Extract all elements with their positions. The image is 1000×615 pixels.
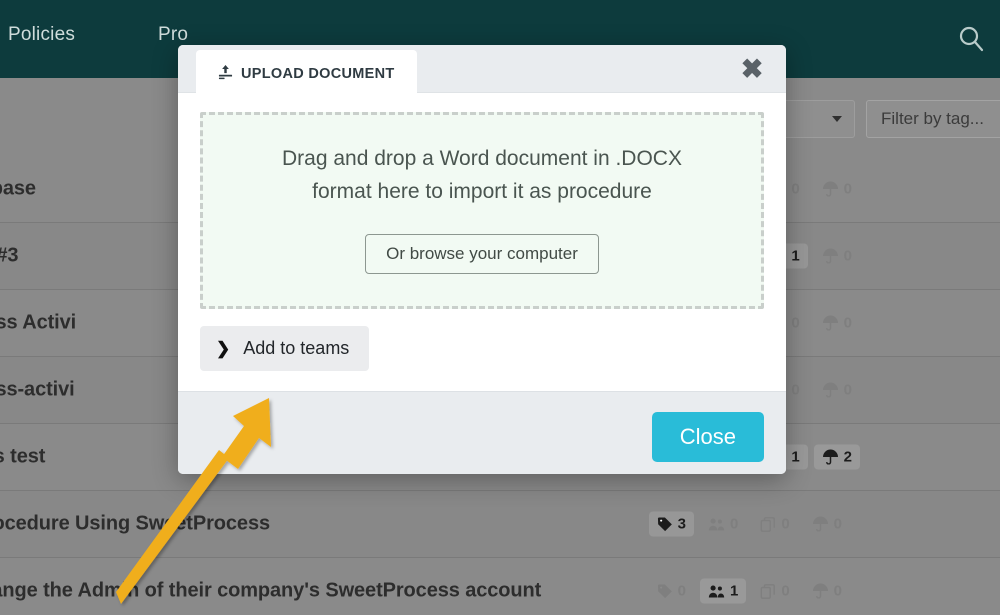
tag-icon-badge[interactable]: 3 [648,511,694,537]
modal-footer: Close [178,391,786,475]
badge-count: 0 [677,582,686,600]
umbrella-icon-badge[interactable]: 2 [813,444,860,470]
badge-count: 3 [677,515,686,533]
add-to-teams-row: ❯ Add to teams [178,309,786,392]
badge-count: 0 [833,515,842,533]
row-title: nberships test [0,445,46,468]
umbrella-icon-badge[interactable]: 0 [814,311,860,336]
badge-count: 0 [791,180,800,198]
team-icon-badge[interactable]: 1 [699,578,747,604]
badge-count: 0 [729,515,739,533]
umbrella-icon-badge[interactable]: 0 [814,378,860,403]
badge-count: 1 [729,582,739,600]
badge-count: 0 [843,381,852,399]
tab-label: UPLOAD DOCUMENT [241,66,395,82]
row-title: Knowledgebase #3 [0,244,19,267]
tag-icon-badge[interactable]: 0 [649,579,694,604]
add-to-teams-button[interactable]: ❯ Add to teams [200,326,370,372]
umbrella-icon-badge[interactable]: 0 [804,579,850,604]
browse-computer-button[interactable]: Or browse your computer [365,234,599,275]
badge-count: 0 [843,247,852,265]
umbrella-icon-badge[interactable]: 0 [814,177,860,202]
umbrella-icon-badge[interactable]: 0 [804,512,850,537]
close-icon[interactable]: ✖ [736,53,768,85]
row-title: Knowledgebase [0,177,36,200]
table-row[interactable]: est to change the Admin of their company… [0,558,1000,615]
close-button[interactable]: Close [651,412,764,463]
upload-document-modal: UPLOAD DOCUMENT ✖ Drag and drop a Word d… [178,45,786,475]
search-icon[interactable] [956,24,986,54]
app-root: Policies Pro Filter by tag... Knowledgeb… [0,0,1000,615]
nav-item-policies[interactable]: Policies [8,24,75,46]
badge-count: 0 [781,582,790,600]
umbrella-icon-badge[interactable]: 0 [814,244,860,269]
badge-count: 1 [791,247,800,265]
badge-count: 0 [791,381,800,399]
badge-count: 2 [843,448,852,466]
badge-count: 0 [833,582,842,600]
chevron-right-icon: ❯ [216,338,231,358]
badge-count: 0 [791,314,800,332]
copy-icon-badge[interactable]: 0 [752,579,797,604]
chevron-down-icon [832,116,842,122]
row-title: eate a Procedure Using SweetProcess [0,512,270,535]
upload-icon [218,64,233,84]
dropzone-message: Drag and drop a Word document in .DOCX f… [282,147,682,203]
nav-item-procedures[interactable]: Pro [158,24,188,46]
row-badges: 3 0 0 0 [648,511,850,537]
add-to-teams-label: Add to teams [243,338,350,359]
team-icon-badge[interactable]: 0 [700,512,746,537]
row-badges: 0 1 0 0 [649,578,850,604]
badge-count: 1 [791,448,800,466]
badge-count: 0 [781,515,790,533]
copy-icon-badge[interactable]: 0 [752,512,797,537]
tag-filter-input[interactable]: Filter by tag... [866,100,1000,138]
row-title: g-for-business-activi [0,378,75,401]
table-row[interactable]: eate a Procedure Using SweetProcess 3 0 … [0,491,1000,558]
modal-header: UPLOAD DOCUMENT ✖ [178,45,786,98]
badge-count: 0 [843,180,852,198]
badge-count: 0 [843,314,852,332]
row-title: est to change the Admin of their company… [0,579,542,602]
tab-upload-document[interactable]: UPLOAD DOCUMENT [196,50,417,98]
row-title: g for Business Activi [0,311,77,334]
file-dropzone[interactable]: Drag and drop a Word document in .DOCX f… [200,112,764,310]
modal-body: Drag and drop a Word document in .DOCX f… [178,93,786,310]
